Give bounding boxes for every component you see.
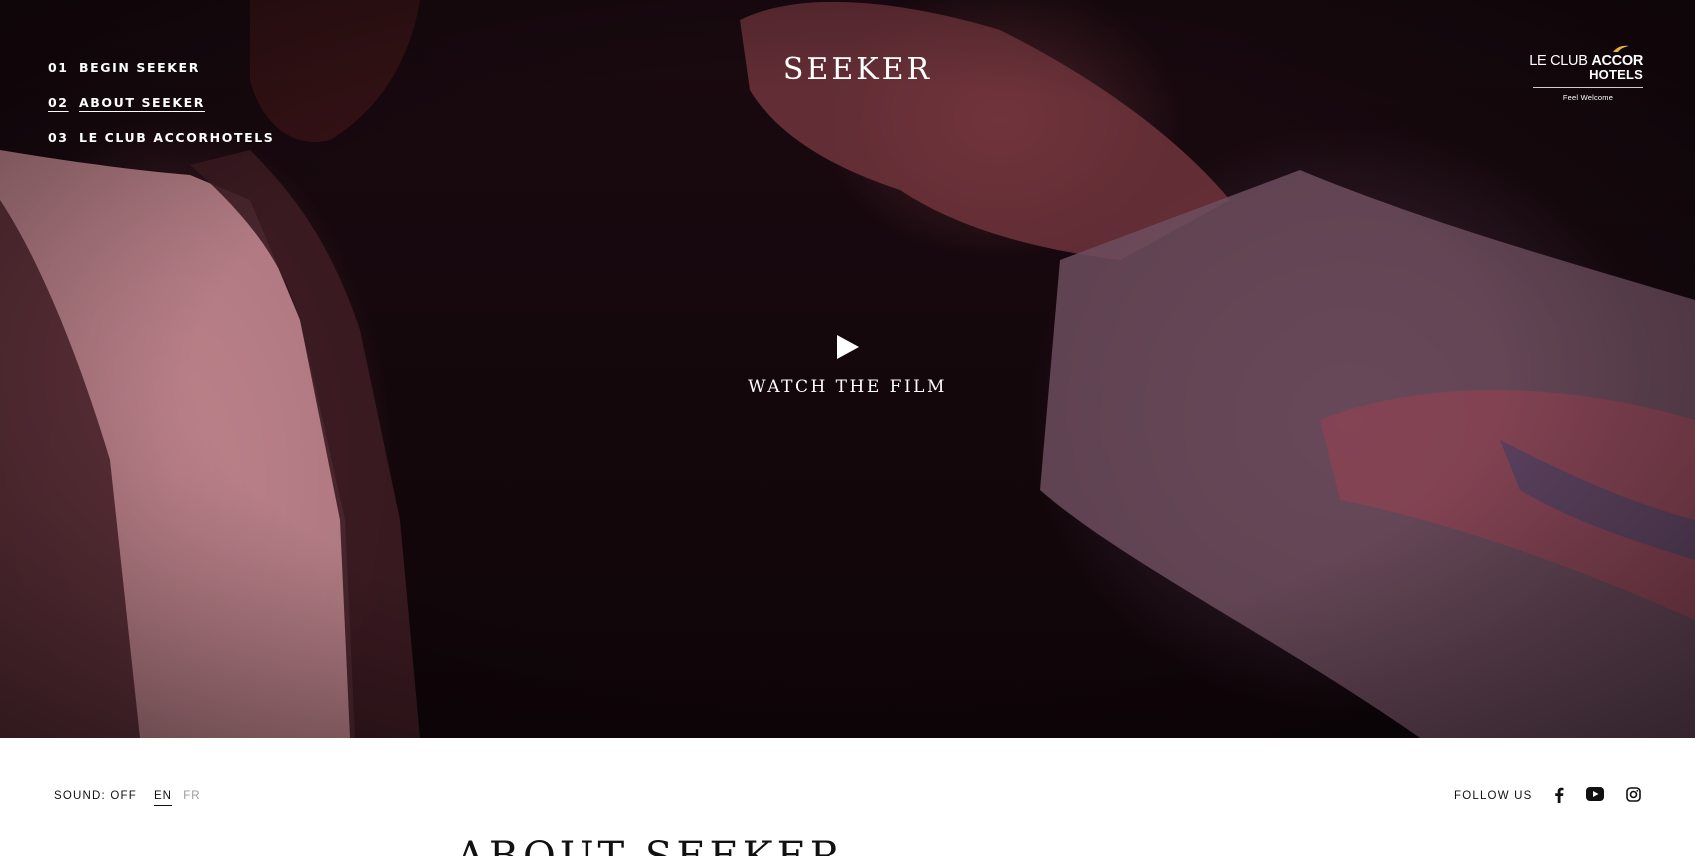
control-bar: SOUND: OFF EN FR FOLLOW US ABOUT SEEKER: [0, 738, 1695, 856]
logo-divider: [1533, 87, 1643, 88]
watch-film-label: WATCH THE FILM: [748, 377, 947, 397]
play-icon[interactable]: [836, 334, 860, 360]
follow-us-label: FOLLOW US: [1454, 790, 1533, 802]
youtube-icon[interactable]: [1586, 787, 1604, 801]
site-brand[interactable]: SEEKER: [0, 52, 1695, 87]
sound-toggle[interactable]: SOUND: OFF: [54, 790, 137, 802]
nav-item-label: ABOUT SEEKER: [79, 95, 205, 110]
language-switcher: EN FR: [154, 790, 208, 806]
nav-item-number: 02: [48, 95, 69, 110]
facebook-icon[interactable]: [1553, 787, 1565, 803]
nav-item-label: LE CLUB ACCORHOTELS: [79, 130, 275, 145]
lang-en[interactable]: EN: [154, 790, 172, 806]
instagram-icon[interactable]: [1626, 787, 1641, 802]
logo-text-hotels: HOTELS: [1589, 67, 1643, 82]
nav-item-le-club-accorhotels[interactable]: 03 LE CLUB ACCORHOTELS: [48, 120, 274, 155]
hero-video[interactable]: 01 BEGIN SEEKER 02 ABOUT SEEKER 03 LE CL…: [0, 0, 1695, 738]
lang-fr[interactable]: FR: [183, 790, 200, 802]
section-title: ABOUT SEEKER: [456, 834, 844, 856]
nav-item-about-seeker[interactable]: 02 ABOUT SEEKER: [48, 85, 274, 120]
logo-tagline: Feel Welcome: [1562, 93, 1614, 102]
le-club-accorhotels-logo[interactable]: LE CLUB ACCOR HOTELS Feel Welcome: [1525, 44, 1643, 102]
watch-film-button[interactable]: WATCH THE FILM: [0, 334, 1695, 397]
logo-text-le-club: LE CLUB: [1529, 53, 1588, 69]
nav-item-number: 03: [48, 130, 69, 145]
accor-wing-icon: [1613, 45, 1629, 52]
page: 01 BEGIN SEEKER 02 ABOUT SEEKER 03 LE CL…: [0, 0, 1695, 856]
